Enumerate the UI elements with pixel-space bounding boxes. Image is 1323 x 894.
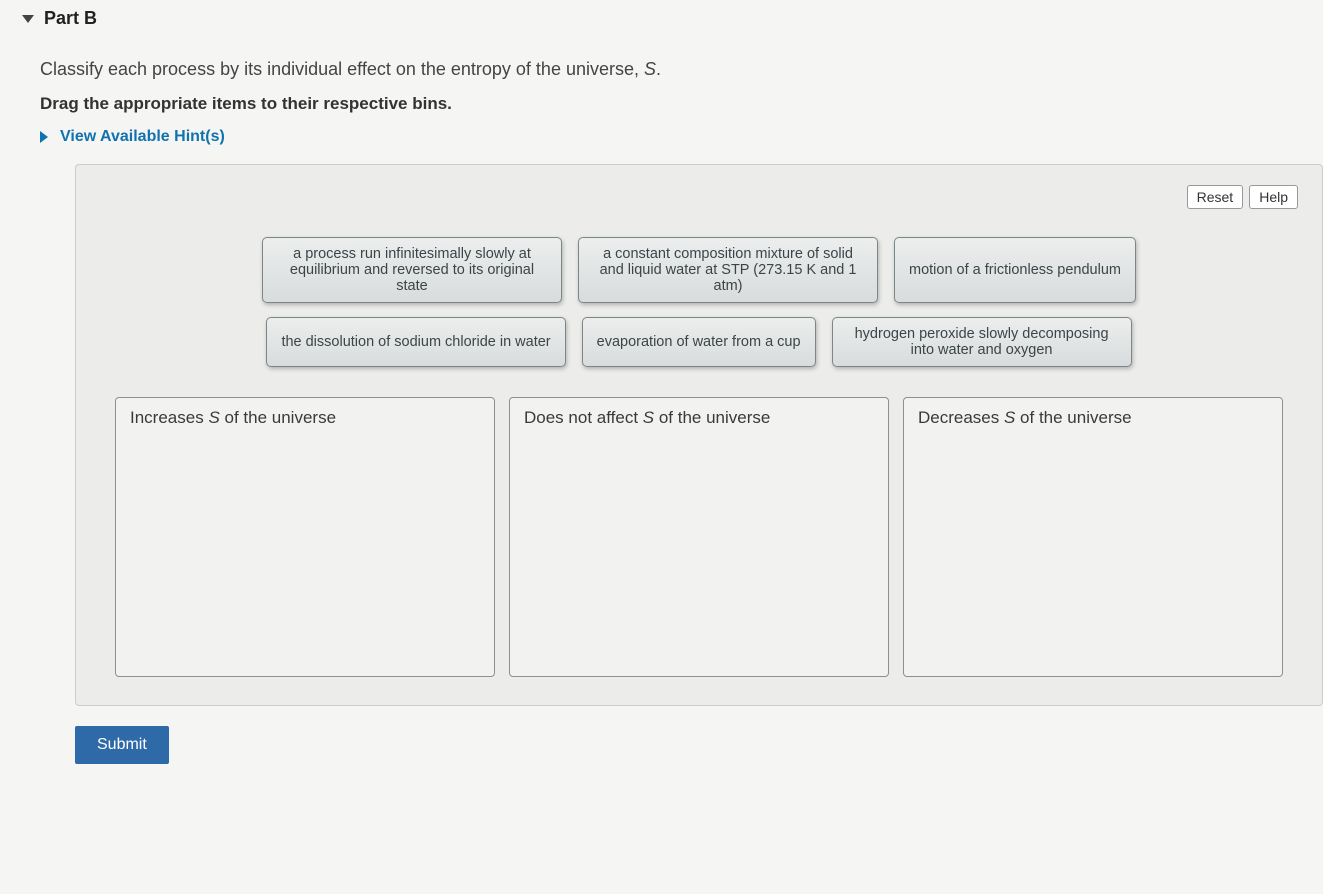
help-button[interactable]: Help — [1249, 185, 1298, 209]
submit-button[interactable]: Submit — [75, 726, 169, 764]
sorting-workspace: Reset Help a process run infinitesimally… — [75, 164, 1323, 706]
prompt-text-pre: Classify each process by its individual … — [40, 59, 644, 79]
bin-decreases[interactable]: Decreases S of the universe — [903, 397, 1283, 677]
bin-no-effect[interactable]: Does not affect S of the universe — [509, 397, 889, 677]
bin-title: Increases S of the universe — [130, 408, 480, 428]
bin-increases[interactable]: Increases S of the universe — [115, 397, 495, 677]
instruction-text: Drag the appropriate items to their resp… — [40, 94, 1303, 114]
drag-item[interactable]: the dissolution of sodium chloride in wa… — [266, 317, 565, 367]
question-prompt: Classify each process by its individual … — [40, 59, 1303, 80]
drag-item[interactable]: hydrogen peroxide slowly decomposing int… — [832, 317, 1132, 367]
collapse-icon — [22, 15, 34, 23]
drag-item[interactable]: evaporation of water from a cup — [582, 317, 816, 367]
part-title: Part B — [44, 8, 97, 29]
prompt-text-post: . — [656, 59, 661, 79]
drag-item[interactable]: motion of a frictionless pendulum — [894, 237, 1136, 303]
draggable-items-pool: a process run infinitesimally slowly at … — [100, 237, 1298, 397]
chevron-right-icon — [40, 131, 48, 143]
reset-button[interactable]: Reset — [1187, 185, 1244, 209]
bin-title: Decreases S of the universe — [918, 408, 1268, 428]
entropy-symbol: S — [644, 59, 656, 79]
hints-label: View Available Hint(s) — [60, 128, 225, 146]
bin-title: Does not affect S of the universe — [524, 408, 874, 428]
drag-item[interactable]: a constant composition mixture of solid … — [578, 237, 878, 303]
hints-toggle[interactable]: View Available Hint(s) — [40, 128, 1303, 146]
drag-item[interactable]: a process run infinitesimally slowly at … — [262, 237, 562, 303]
part-header[interactable]: Part B — [22, 8, 1303, 29]
